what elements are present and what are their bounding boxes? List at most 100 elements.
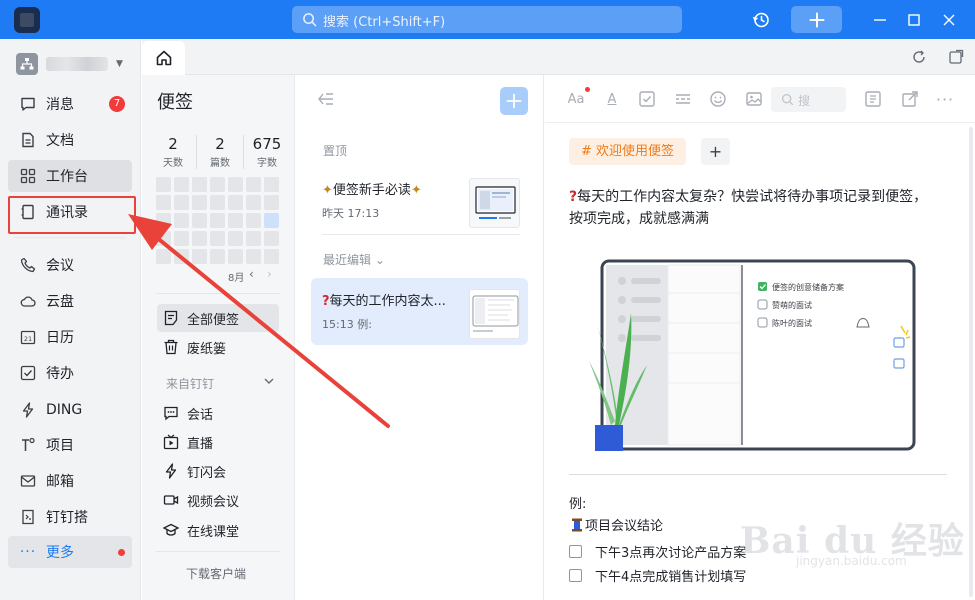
font-color-icon[interactable]: A [603, 90, 621, 108]
calendar-day-cell[interactable] [264, 249, 279, 264]
sidebar-item-flash-meeting[interactable]: 钉闪会 [157, 457, 279, 485]
add-tag-button[interactable]: + [701, 138, 730, 165]
calendar-day-cell[interactable] [210, 213, 225, 228]
download-client-link[interactable]: 下载客户端 [186, 565, 246, 582]
calendar-day-cell[interactable] [192, 195, 207, 210]
note-paragraph[interactable]: ?每天的工作内容太复杂？快尝试将待办事项记录到便签，按项完成，成就感满满 [569, 186, 939, 230]
calendar-day-cell[interactable] [264, 177, 279, 192]
editor-search-input[interactable]: 搜 [771, 87, 846, 112]
calendar-day-cell[interactable] [210, 249, 225, 264]
nav-item-projects[interactable]: 项目 [8, 429, 132, 461]
note-tag[interactable]: # 欢迎使用便签 [569, 138, 687, 165]
calendar-day-cell[interactable] [246, 195, 261, 210]
sidebar-item-trash[interactable]: 废纸篓 [157, 333, 279, 361]
calendar-day-cell[interactable] [174, 177, 189, 192]
collapse-sidebar-icon[interactable] [317, 91, 335, 107]
maximize-button[interactable] [902, 0, 926, 39]
nav-item-calendar[interactable]: 21 日历 [8, 321, 132, 353]
calendar-day-cell[interactable] [192, 231, 207, 246]
stat-value: 675 [252, 135, 282, 153]
calendar-day-cell[interactable] [246, 231, 261, 246]
image-icon[interactable] [745, 90, 763, 108]
example-label: 例: [569, 497, 587, 512]
new-note-button[interactable] [500, 87, 528, 115]
calendar-day-cell[interactable] [210, 231, 225, 246]
calendar-day-cell[interactable] [156, 213, 171, 228]
calendar-day-cell[interactable] [264, 195, 279, 210]
search-icon [303, 13, 317, 27]
todo-item[interactable]: 下午4点完成销售计划填写 [569, 566, 746, 585]
open-window-icon[interactable] [948, 49, 964, 65]
minimize-button[interactable] [868, 0, 892, 39]
document-icon [20, 132, 36, 148]
layout-icon[interactable] [864, 90, 882, 108]
calendar-day-cell[interactable] [156, 195, 171, 210]
grid-icon [20, 168, 36, 184]
sidebar-item-video-meeting[interactable]: 视频会议 [157, 486, 279, 514]
sidebar-item-live[interactable]: 直播 [157, 428, 279, 456]
calendar-day-cell[interactable] [192, 249, 207, 264]
calendar-day-cell[interactable] [174, 249, 189, 264]
calendar-day-cell[interactable] [264, 231, 279, 246]
app-logo-icon[interactable] [14, 7, 40, 33]
calendar-day-cell[interactable] [228, 195, 243, 210]
nav-item-messages[interactable]: 消息 7 [8, 88, 132, 120]
close-button[interactable] [937, 0, 961, 39]
todo-item[interactable]: 下午3点再次讨论产品方案 [569, 542, 746, 561]
tab-home[interactable] [142, 41, 185, 75]
chevron-left-icon[interactable]: ‹ [249, 267, 254, 281]
note-card-guide[interactable]: ✦便签新手必读✦ 昨天 17:13 [311, 167, 528, 234]
sidebar-item-label: 视频会议 [187, 494, 240, 510]
calendar-day-cell[interactable] [174, 195, 189, 210]
share-icon[interactable] [901, 90, 919, 108]
chevron-down-icon[interactable] [262, 374, 276, 388]
sidebar-item-chats[interactable]: 会话 [157, 399, 279, 427]
nav-item-todo[interactable]: 待办 [8, 357, 132, 389]
calendar-day-cell[interactable] [228, 213, 243, 228]
font-size-icon[interactable]: Aa [565, 90, 587, 108]
todo-checkbox[interactable] [569, 545, 582, 558]
history-icon[interactable] [748, 0, 774, 39]
emoji-icon[interactable] [709, 90, 727, 108]
calendar-day-cell[interactable] [156, 249, 171, 264]
calendar-day-cell[interactable] [192, 213, 207, 228]
sidebar-item-online-class[interactable]: 在线课堂 [157, 516, 279, 544]
nav-item-documents[interactable]: 文档 [8, 124, 132, 156]
calendar-day-cell[interactable] [246, 249, 261, 264]
note-card-daily-work[interactable]: ?每天的工作内容太... 15:13 例: [311, 278, 528, 345]
note-meta: 昨天 17:13 [322, 207, 380, 220]
divider-line-icon[interactable] [674, 90, 692, 108]
example-title[interactable]: 项目会议结论 [569, 515, 663, 534]
nav-item-app-builder[interactable]: 钉钉搭 [8, 501, 132, 533]
calendar-day-cell[interactable] [228, 249, 243, 264]
calendar-day-cell[interactable] [174, 231, 189, 246]
nav-item-workbench[interactable]: 工作台 [8, 160, 132, 192]
nav-item-mail[interactable]: 邮箱 [8, 465, 132, 497]
nav-item-more[interactable]: ··· 更多 [8, 536, 132, 568]
nav-item-cloud-drive[interactable]: 云盘 [8, 285, 132, 317]
chevron-right-icon[interactable]: › [267, 267, 272, 281]
calendar-day-cell[interactable] [210, 177, 225, 192]
calendar-day-cell[interactable] [174, 213, 189, 228]
calendar-day-cell[interactable] [156, 177, 171, 192]
calendar-day-cell[interactable] [264, 213, 279, 228]
sidebar-divider [156, 551, 280, 552]
todo-checkbox[interactable] [569, 569, 582, 582]
more-options-icon[interactable]: ··· [936, 90, 954, 109]
plus-icon: + [708, 142, 723, 161]
calendar-day-cell[interactable] [246, 213, 261, 228]
checklist-icon[interactable] [638, 90, 656, 108]
calendar-day-cell[interactable] [192, 177, 207, 192]
sync-icon[interactable] [911, 49, 927, 65]
calendar-day-cell[interactable] [228, 177, 243, 192]
sidebar-item-all-notes[interactable]: 全部便签 [157, 304, 279, 332]
calendar-day-cell[interactable] [246, 177, 261, 192]
calendar-day-cell[interactable] [210, 195, 225, 210]
calendar-day-cell[interactable] [228, 231, 243, 246]
create-button[interactable] [791, 6, 842, 33]
global-search-box[interactable]: 搜索 (Ctrl+Shift+F) [292, 6, 682, 33]
nav-item-meetings[interactable]: 会议 [8, 249, 132, 281]
organization-switcher[interactable]: ▼ [16, 53, 123, 75]
nav-item-ding[interactable]: DING [8, 394, 132, 426]
calendar-day-cell[interactable] [156, 231, 171, 246]
